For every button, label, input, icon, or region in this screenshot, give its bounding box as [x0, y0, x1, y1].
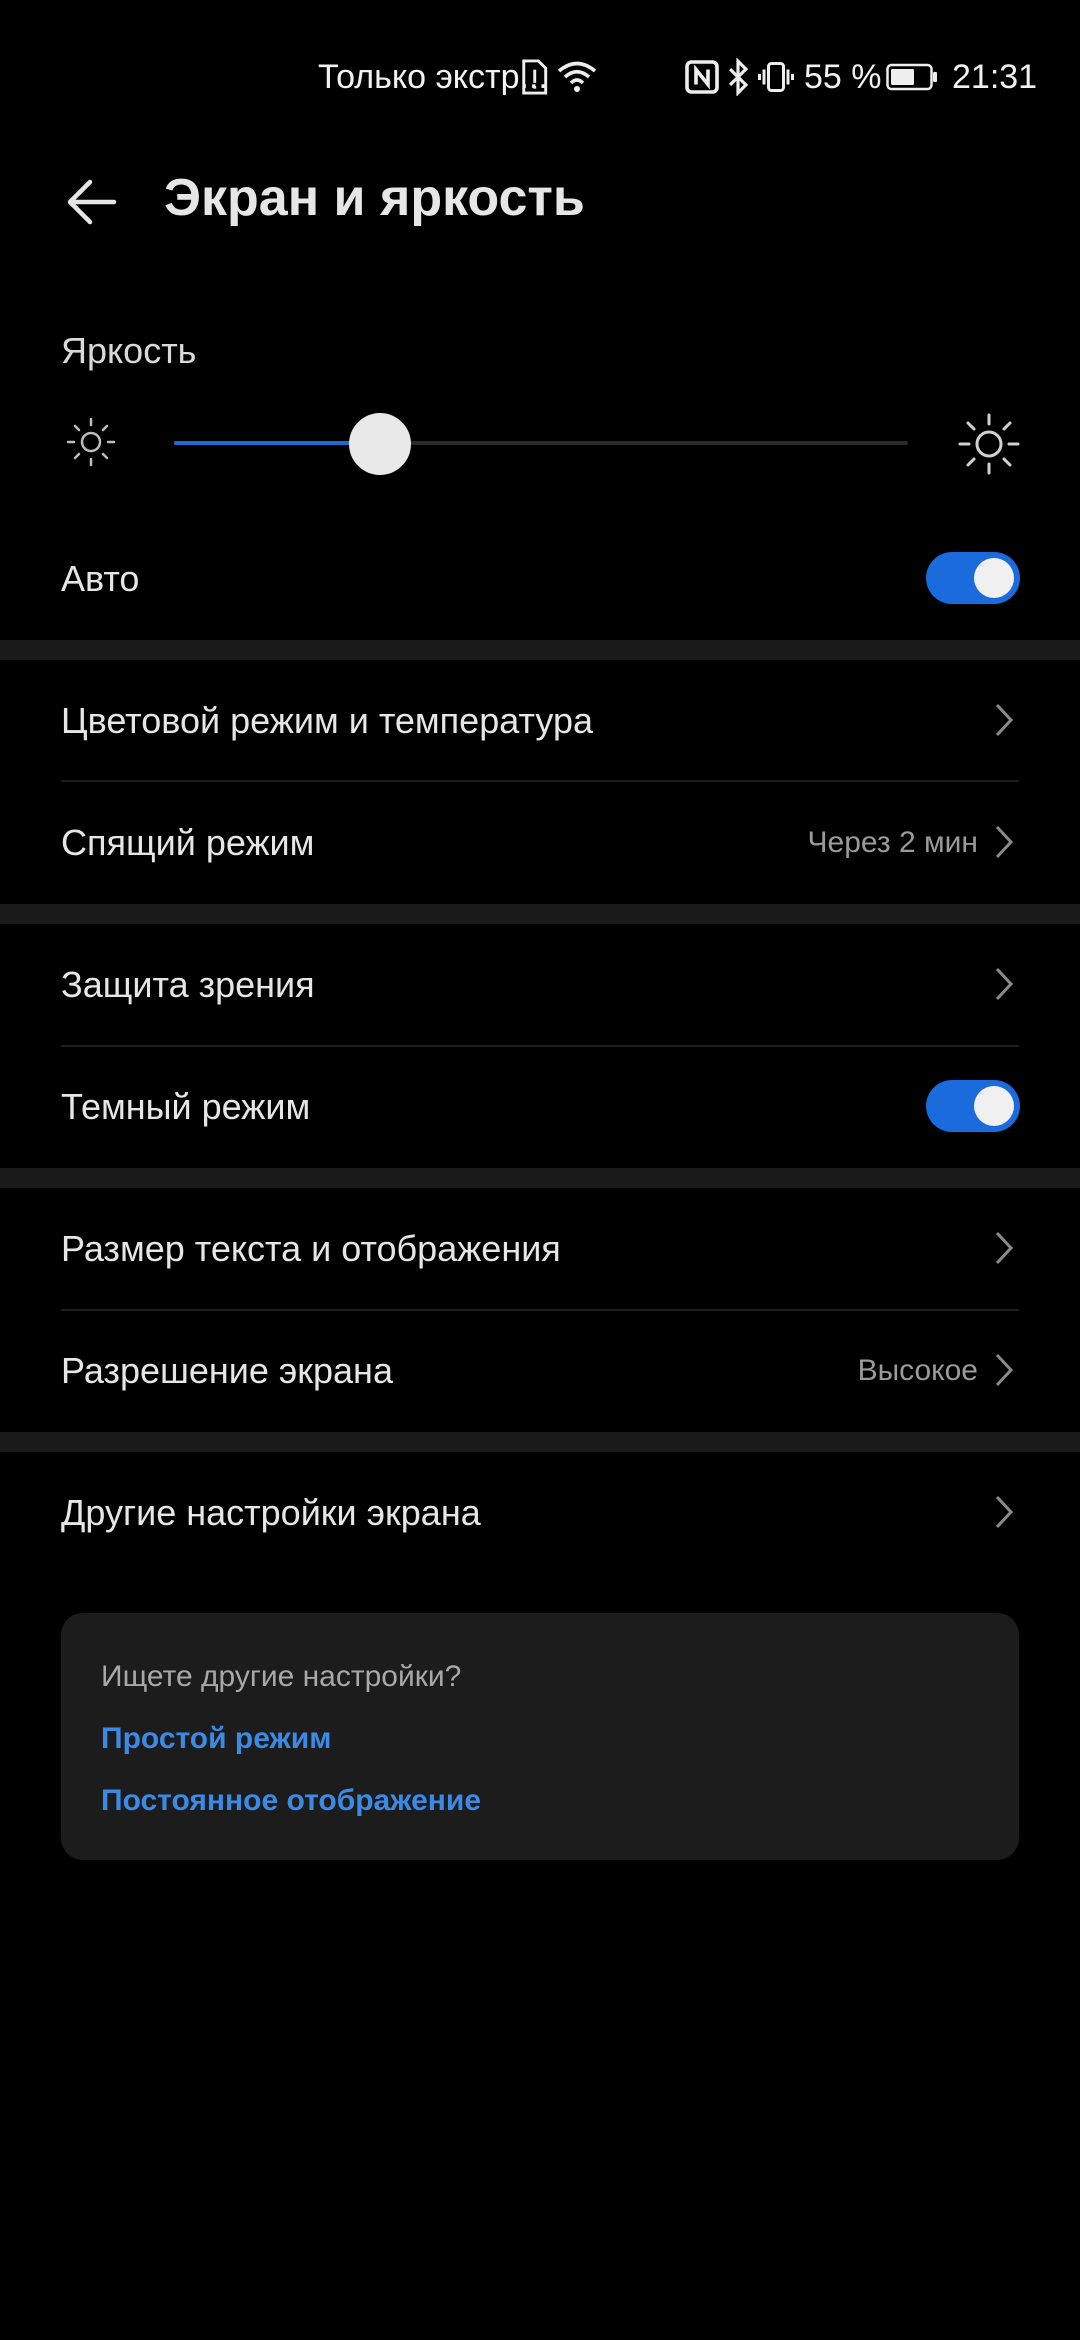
brightness-high-icon: [958, 413, 1020, 475]
auto-brightness-label: Авто: [61, 558, 140, 599]
page-title: Экран и яркость: [164, 169, 585, 227]
text-size-label: Размер текста и отображения: [61, 1228, 561, 1269]
status-bar: Только экстр... 55 % 21:31: [0, 0, 1080, 160]
battery-percent: 55 %: [804, 58, 882, 96]
chevron-right-icon: [995, 1353, 1014, 1387]
toggle-knob: [974, 558, 1014, 598]
chevron-right-icon: [995, 1231, 1014, 1265]
chevron-right-icon: [995, 825, 1014, 859]
simple-mode-link[interactable]: Простой режим: [101, 1722, 331, 1756]
wifi-icon: [557, 61, 597, 92]
brightness-low-icon: [66, 417, 116, 467]
nfc-icon: [685, 60, 719, 94]
battery-icon: [886, 63, 937, 91]
sleep-label: Спящий режим: [61, 822, 315, 863]
suggestions-question: Ищете другие настройки?: [101, 1660, 462, 1693]
vibrate-icon: [758, 62, 794, 92]
section-divider: [0, 904, 1080, 924]
eye-comfort-label: Защита зрения: [61, 964, 315, 1005]
dark-mode-toggle[interactable]: [926, 1080, 1020, 1132]
brightness-slider-thumb[interactable]: [348, 413, 411, 475]
brightness-label: Яркость: [61, 330, 197, 371]
color-mode-label: Цветовой режим и температура: [61, 700, 593, 741]
more-settings-label: Другие настройки экрана: [61, 1492, 481, 1533]
section-divider: [0, 1168, 1080, 1188]
toggle-knob: [974, 1086, 1014, 1126]
chevron-right-icon: [995, 703, 1014, 737]
carrier-text: Только экстр...: [318, 58, 548, 96]
section-divider: [0, 640, 1080, 660]
resolution-label: Разрешение экрана: [61, 1350, 393, 1391]
row-divider: [61, 1045, 1019, 1047]
always-on-display-link[interactable]: Постоянное отображение: [101, 1784, 481, 1818]
back-arrow-icon[interactable]: [62, 172, 122, 232]
status-time: 21:31: [952, 58, 1038, 96]
chevron-right-icon: [995, 967, 1014, 1001]
section-divider: [0, 1432, 1080, 1452]
resolution-value: Высокое: [857, 1354, 978, 1387]
auto-brightness-toggle[interactable]: [926, 552, 1020, 604]
sleep-value: Через 2 мин: [807, 826, 978, 859]
bluetooth-icon: [728, 58, 749, 96]
sim-alert-icon: [522, 59, 548, 95]
dark-mode-label: Темный режим: [61, 1086, 311, 1127]
chevron-right-icon: [995, 1495, 1014, 1529]
